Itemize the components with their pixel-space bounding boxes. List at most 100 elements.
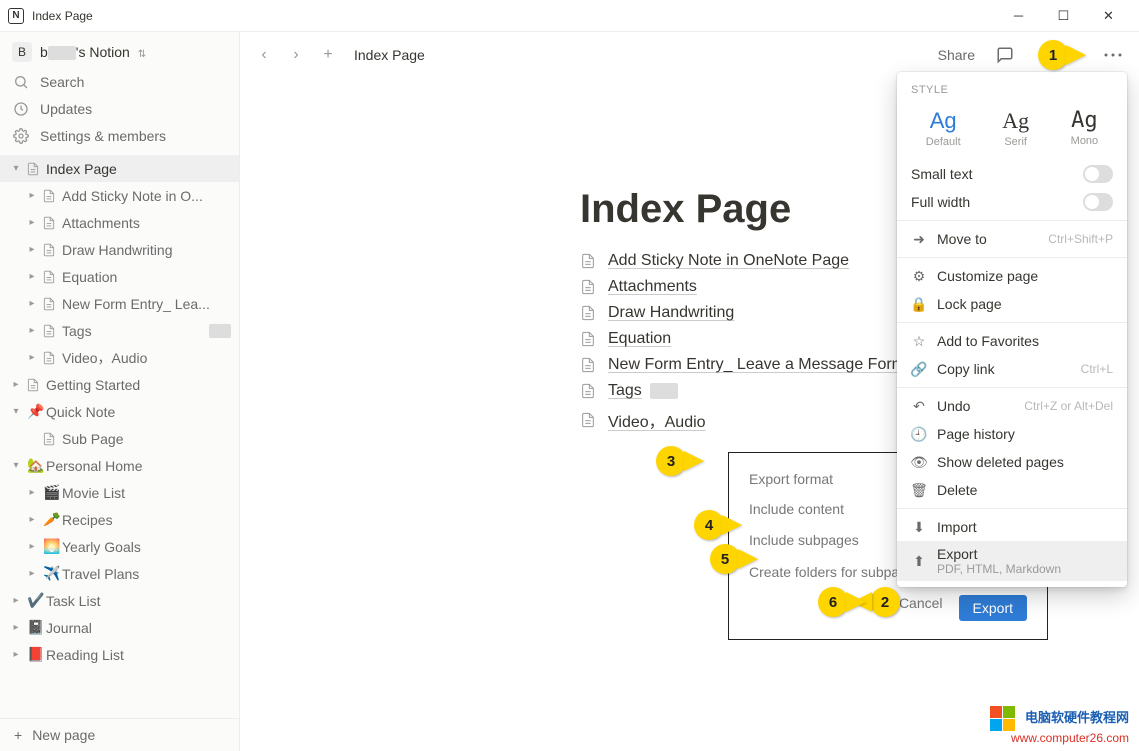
comments-icon[interactable] bbox=[991, 41, 1019, 69]
menu-item-shortcut: Ctrl+Shift+P bbox=[1048, 232, 1113, 246]
tree-toggle-icon[interactable]: ▸ bbox=[22, 352, 42, 363]
full-width-toggle[interactable] bbox=[1083, 193, 1113, 211]
tree-item-icon bbox=[26, 378, 46, 392]
tree-toggle-icon[interactable]: ▾ bbox=[6, 406, 26, 417]
tree-toggle-icon[interactable]: ▸ bbox=[22, 541, 42, 552]
tree-item[interactable]: ▸New Form Entry_ Lea... bbox=[0, 290, 239, 317]
nav-back-button[interactable]: ‹ bbox=[252, 43, 276, 67]
tree-toggle-icon[interactable]: ▸ bbox=[22, 244, 42, 255]
maximize-button[interactable]: ☐ bbox=[1041, 2, 1086, 30]
tree-item-icon bbox=[42, 270, 62, 284]
app-icon: N bbox=[8, 8, 24, 24]
workspace-avatar: B bbox=[12, 42, 32, 62]
tree-item-icon bbox=[42, 432, 62, 446]
tree-toggle-icon[interactable]: ▸ bbox=[22, 298, 42, 309]
tree-item-label: Journal bbox=[46, 620, 231, 636]
tree-toggle-icon[interactable]: ▸ bbox=[6, 622, 26, 633]
callout-5: 5 bbox=[710, 544, 740, 574]
tree-item[interactable]: ▸Tags bbox=[0, 317, 239, 344]
plus-icon: + bbox=[14, 727, 22, 743]
style-section-label: STYLE bbox=[897, 78, 1127, 102]
menu-item-export[interactable]: ⬆ExportPDF, HTML, Markdown bbox=[897, 541, 1127, 581]
callout-3: 3 bbox=[656, 446, 686, 476]
menu-item-delete[interactable]: 🗑Delete bbox=[897, 476, 1127, 504]
tree-toggle-icon[interactable]: ▸ bbox=[22, 325, 42, 336]
tree-toggle-icon[interactable]: ▸ bbox=[22, 487, 42, 498]
tree-toggle-icon[interactable]: ▸ bbox=[22, 190, 42, 201]
tree-item-label: Getting Started bbox=[46, 377, 231, 393]
callout-1: 1 bbox=[1038, 40, 1068, 70]
tree-item[interactable]: ▸🌅Yearly Goals bbox=[0, 533, 239, 560]
page-tree: ▾Index Page▸Add Sticky Note in O...▸Atta… bbox=[0, 149, 239, 718]
tree-item[interactable]: ▾Index Page bbox=[0, 155, 239, 182]
workspace-switcher[interactable]: B b's Notion ⇅ bbox=[0, 36, 239, 68]
menu-item-show-deleted-pages[interactable]: 👁Show deleted pages bbox=[897, 448, 1127, 476]
menu-item-add-to-favorites[interactable]: ☆Add to Favorites bbox=[897, 327, 1127, 355]
tree-item[interactable]: ▸ Getting Started bbox=[0, 371, 239, 398]
tree-item[interactable]: ▸✔️Task List bbox=[0, 587, 239, 614]
menu-item-icon: ⬇ bbox=[911, 519, 927, 536]
page-link-label: Attachments bbox=[608, 278, 697, 296]
tree-item[interactable]: ▸Draw Handwriting bbox=[0, 236, 239, 263]
menu-item-icon: 👁 bbox=[911, 454, 927, 471]
minimize-button[interactable]: ─ bbox=[996, 2, 1041, 30]
tree-toggle-icon[interactable]: ▸ bbox=[22, 514, 42, 525]
tree-item[interactable]: ▸📕Reading List bbox=[0, 641, 239, 668]
tree-item[interactable]: ▸Add Sticky Note in O... bbox=[0, 182, 239, 209]
tree-toggle-icon[interactable]: ▸ bbox=[22, 217, 42, 228]
document-icon bbox=[580, 305, 600, 321]
tree-item[interactable]: ▾📌Quick Note bbox=[0, 398, 239, 425]
tree-item[interactable]: ▸✈️Travel Plans bbox=[0, 560, 239, 587]
tree-toggle-icon[interactable]: ▸ bbox=[6, 595, 26, 606]
tree-toggle-icon[interactable]: ▾ bbox=[6, 163, 26, 174]
tree-item[interactable]: ▸🥕Recipes bbox=[0, 506, 239, 533]
sidebar-search[interactable]: Search bbox=[0, 68, 239, 95]
tree-item[interactable]: ▸Video，Audio bbox=[0, 344, 239, 371]
tree-item[interactable]: Sub Page bbox=[0, 425, 239, 452]
nav-forward-button[interactable]: › bbox=[284, 43, 308, 67]
menu-item-sublabel: PDF, HTML, Markdown bbox=[937, 562, 1113, 576]
menu-item-page-history[interactable]: 🕘Page history bbox=[897, 420, 1127, 448]
breadcrumb[interactable]: Index Page bbox=[354, 47, 425, 63]
new-page-button[interactable]: + New page bbox=[0, 718, 239, 751]
tree-toggle-icon[interactable]: ▸ bbox=[6, 649, 26, 660]
small-text-toggle[interactable] bbox=[1083, 165, 1113, 183]
tree-toggle-icon[interactable]: ▸ bbox=[6, 379, 26, 390]
tree-item[interactable]: ▸🎬Movie List bbox=[0, 479, 239, 506]
tree-item-icon: 🥕 bbox=[42, 511, 62, 528]
sidebar-updates[interactable]: Updates bbox=[0, 95, 239, 122]
menu-item-import[interactable]: ⬇Import bbox=[897, 513, 1127, 541]
style-option-default[interactable]: AgDefault bbox=[916, 106, 971, 150]
tree-item-label: Reading List bbox=[46, 647, 231, 663]
add-page-button[interactable]: + bbox=[316, 43, 340, 67]
tree-item-icon bbox=[42, 216, 62, 230]
page-link-label: Tags bbox=[608, 382, 642, 400]
tree-item[interactable]: ▾🏡Personal Home bbox=[0, 452, 239, 479]
menu-item-move-to[interactable]: ➜Move toCtrl+Shift+P bbox=[897, 225, 1127, 253]
tree-toggle-icon[interactable]: ▸ bbox=[22, 568, 42, 579]
menu-item-icon: 🕘 bbox=[911, 426, 927, 443]
callout-4: 4 bbox=[694, 510, 724, 540]
menu-item-undo[interactable]: ↶UndoCtrl+Z or Alt+Del bbox=[897, 392, 1127, 420]
share-button[interactable]: Share bbox=[930, 43, 983, 67]
page-link-label: New Form Entry_ Leave a Message Form bbox=[608, 356, 905, 374]
export-cancel-button[interactable]: Cancel bbox=[899, 595, 943, 621]
more-icon[interactable] bbox=[1099, 41, 1127, 69]
include-content-label: Include content bbox=[749, 501, 844, 517]
menu-item-icon: 🔗 bbox=[911, 361, 927, 378]
tree-toggle-icon[interactable]: ▸ bbox=[22, 271, 42, 282]
menu-item-customize-page[interactable]: ⚙Customize page bbox=[897, 262, 1127, 290]
menu-item-copy-link[interactable]: 🔗Copy linkCtrl+L bbox=[897, 355, 1127, 383]
tree-item[interactable]: ▸Equation bbox=[0, 263, 239, 290]
include-subpages-label: Include subpages bbox=[749, 532, 859, 548]
style-option-mono[interactable]: AgMono bbox=[1061, 106, 1109, 150]
close-button[interactable]: ✕ bbox=[1086, 2, 1131, 30]
tree-toggle-icon[interactable]: ▾ bbox=[6, 460, 26, 471]
style-option-serif[interactable]: AgSerif bbox=[992, 106, 1039, 150]
menu-item-lock-page[interactable]: 🔒Lock page bbox=[897, 290, 1127, 318]
export-confirm-button[interactable]: Export bbox=[959, 595, 1027, 621]
tree-item[interactable]: ▸📓Journal bbox=[0, 614, 239, 641]
document-icon bbox=[580, 253, 600, 269]
sidebar-settings[interactable]: Settings & members bbox=[0, 122, 239, 149]
tree-item[interactable]: ▸Attachments bbox=[0, 209, 239, 236]
